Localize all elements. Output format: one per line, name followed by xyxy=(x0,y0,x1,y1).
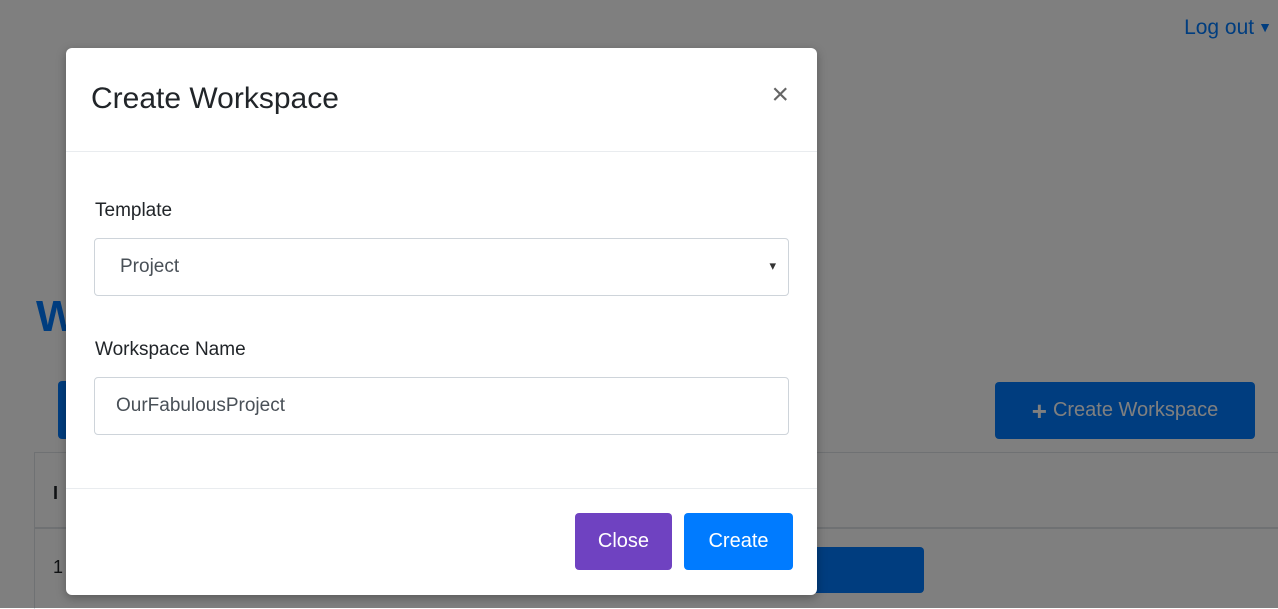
workspace-name-input[interactable]: OurFabulousProject xyxy=(94,377,789,435)
template-selected-value: Project xyxy=(120,256,180,277)
close-button[interactable]: Close xyxy=(575,513,672,570)
select-arrow-icon: ▾ xyxy=(769,258,776,273)
template-select[interactable]: Project ▾ xyxy=(94,238,789,296)
modal-title: Create Workspace xyxy=(91,82,339,115)
template-label: Template xyxy=(95,200,173,221)
workspace-name-label: Workspace Name xyxy=(95,339,246,360)
close-icon[interactable]: × xyxy=(771,80,789,110)
create-button[interactable]: Create xyxy=(684,513,793,570)
workspace-name-value: OurFabulousProject xyxy=(116,395,285,416)
create-workspace-modal: Create Workspace × Template Project ▾ Wo… xyxy=(66,48,817,595)
modal-header: Create Workspace × xyxy=(66,48,817,152)
